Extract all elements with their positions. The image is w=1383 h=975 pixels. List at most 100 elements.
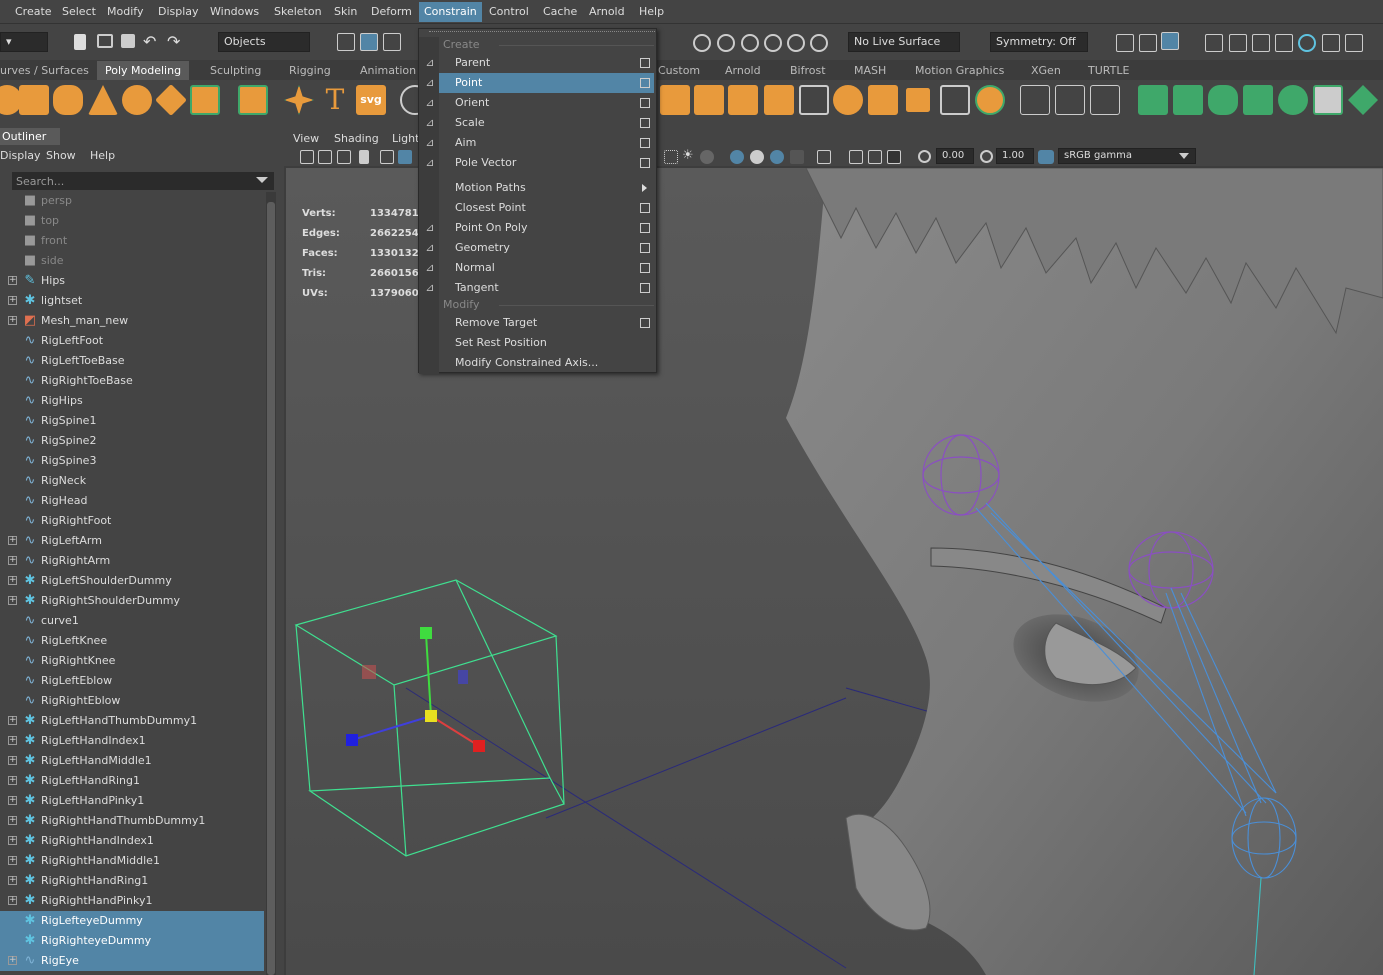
option-box-icon[interactable]	[640, 98, 650, 108]
platonic-solid-icon[interactable]	[238, 85, 268, 115]
menu-skin[interactable]: Skin	[334, 5, 357, 18]
quad-draw-icon[interactable]	[1348, 85, 1378, 115]
poly-torus-icon[interactable]	[122, 85, 152, 115]
expand-toggle-icon[interactable]: +	[8, 956, 17, 965]
exposure-icon[interactable]	[918, 150, 931, 163]
super-shape-icon[interactable]	[284, 85, 314, 115]
menu-control[interactable]: Control	[489, 5, 529, 18]
xray-icon[interactable]	[664, 150, 678, 164]
mirror-icon[interactable]	[940, 85, 970, 115]
expand-toggle-icon[interactable]: +	[8, 296, 17, 305]
append-icon[interactable]	[728, 85, 758, 115]
lights-icon[interactable]: ☀	[682, 148, 694, 163]
render-current-icon[interactable]	[1139, 34, 1157, 52]
menu-item-aim[interactable]: Aim	[439, 133, 654, 153]
ipr-render-icon[interactable]	[1205, 34, 1223, 52]
camera-attributes-icon[interactable]	[318, 150, 332, 164]
snap-view-plane-icon[interactable]	[764, 34, 782, 52]
menu-help[interactable]: Help	[639, 5, 664, 18]
outliner-item[interactable]: + ∿ RigRightArm	[0, 551, 264, 571]
combine-icon[interactable]	[868, 85, 898, 115]
outliner-item[interactable]: ∿ RigRightToeBase	[0, 371, 264, 391]
option-box-icon[interactable]	[640, 78, 650, 88]
color-space-dropdown[interactable]: sRGB gamma	[1058, 148, 1196, 164]
outliner-item[interactable]: ■ front	[0, 231, 264, 251]
menuset-dropdown[interactable]: ▾	[0, 32, 48, 52]
pen-tool-icon[interactable]	[1020, 85, 1050, 115]
option-box-icon[interactable]	[640, 283, 650, 293]
expand-toggle-icon[interactable]: +	[8, 736, 17, 745]
expand-toggle-icon[interactable]: +	[8, 316, 17, 325]
menu-modify[interactable]: Modify	[107, 5, 143, 18]
tab-turtle[interactable]: TURTLE	[1088, 64, 1129, 77]
boolean-icon[interactable]	[1243, 85, 1273, 115]
menu-arnold[interactable]: Arnold	[589, 5, 625, 18]
outliner-scrollbar-thumb[interactable]	[267, 202, 275, 975]
outliner-item[interactable]: ✱ RigRighteyeDummy	[0, 931, 264, 951]
checker-icon[interactable]	[1313, 85, 1343, 115]
multi-cut-icon[interactable]	[799, 85, 829, 115]
expand-toggle-icon[interactable]: +	[8, 776, 17, 785]
option-box-icon[interactable]	[640, 318, 650, 328]
outliner-item[interactable]: + ✱ RigRightHandIndex1	[0, 831, 264, 851]
bevel-icon[interactable]	[1173, 85, 1203, 115]
tab-bifrost[interactable]: Bifrost	[790, 64, 826, 77]
expand-toggle-icon[interactable]: +	[8, 576, 17, 585]
symmetry-dropdown[interactable]: Symmetry: Off	[990, 32, 1088, 52]
menu-display[interactable]: Display	[158, 5, 199, 18]
menu-item-scale[interactable]: Scale	[439, 113, 654, 133]
menu-item-parent[interactable]: Parent	[439, 53, 654, 73]
shadows-icon[interactable]	[700, 150, 714, 164]
outliner-search-input[interactable]: Search...	[12, 172, 274, 190]
select-camera-icon[interactable]	[300, 150, 314, 164]
expand-toggle-icon[interactable]: +	[8, 836, 17, 845]
tab-poly-modeling[interactable]: Poly Modeling	[97, 61, 190, 80]
outliner-item[interactable]: ∿ RigLeftEblow	[0, 671, 264, 691]
tab-xgen[interactable]: XGen	[1031, 64, 1061, 77]
option-box-icon[interactable]	[640, 243, 650, 253]
viewport-menu-lighting[interactable]: Light	[392, 132, 419, 145]
option-box-icon[interactable]	[640, 138, 650, 148]
use-all-lights-icon[interactable]	[790, 150, 804, 164]
viewport-menu-view[interactable]: View	[293, 132, 319, 145]
snap-live-icon[interactable]	[787, 34, 805, 52]
outliner-item[interactable]: ∿ RigSpine3	[0, 451, 264, 471]
tab-rigging[interactable]: Rigging	[289, 64, 331, 77]
outliner-item[interactable]: ∿ RigSpine1	[0, 411, 264, 431]
outliner-item[interactable]: ■ top	[0, 211, 264, 231]
option-box-icon[interactable]	[640, 158, 650, 168]
menu-item-tangent[interactable]: Tangent	[439, 278, 654, 298]
tab-custom[interactable]: Custom	[658, 64, 700, 77]
wireframe-on-shaded-icon[interactable]	[730, 150, 744, 164]
option-box-icon[interactable]	[640, 118, 650, 128]
expand-toggle-icon[interactable]: +	[8, 816, 17, 825]
gamma-field[interactable]: 1.00	[996, 148, 1034, 164]
expand-toggle-icon[interactable]: +	[8, 756, 17, 765]
soften-edge-icon[interactable]	[1208, 85, 1238, 115]
new-scene-icon[interactable]	[74, 34, 86, 50]
menu-item-closest-point[interactable]: Closest Point	[439, 198, 654, 218]
outliner-item[interactable]: ✱ RigLefteyeDummy	[0, 911, 264, 931]
poly-disc-icon[interactable]	[190, 85, 220, 115]
option-box-icon[interactable]	[640, 263, 650, 273]
outliner-menu-show[interactable]: Show	[46, 149, 76, 162]
outliner-item[interactable]: ∿ RigRightEblow	[0, 691, 264, 711]
menu-item-motion-paths[interactable]: Motion Paths	[439, 178, 654, 198]
option-box-icon[interactable]	[640, 58, 650, 68]
safe-action-icon[interactable]	[887, 150, 901, 164]
outliner-item[interactable]: ∿ RigLeftFoot	[0, 331, 264, 351]
render-view-icon[interactable]	[1116, 34, 1134, 52]
color-management-icon[interactable]	[1038, 150, 1054, 164]
smooth-icon[interactable]	[975, 85, 1005, 115]
outliner-item[interactable]: + ✱ RigRightShoulderDummy	[0, 591, 264, 611]
menu-item-modify-constrained-axis[interactable]: Modify Constrained Axis...	[439, 353, 654, 373]
menu-create[interactable]: Create	[15, 5, 52, 18]
smooth-shade-icon[interactable]	[750, 150, 764, 164]
expand-toggle-icon[interactable]: +	[8, 276, 17, 285]
option-box-icon[interactable]	[640, 223, 650, 233]
target-weld-icon[interactable]	[833, 85, 863, 115]
menu-item-set-rest-position[interactable]: Set Rest Position	[439, 333, 654, 353]
open-scene-icon[interactable]	[97, 34, 113, 48]
menu-item-geometry[interactable]: Geometry	[439, 238, 654, 258]
extrude-icon[interactable]	[660, 85, 690, 115]
